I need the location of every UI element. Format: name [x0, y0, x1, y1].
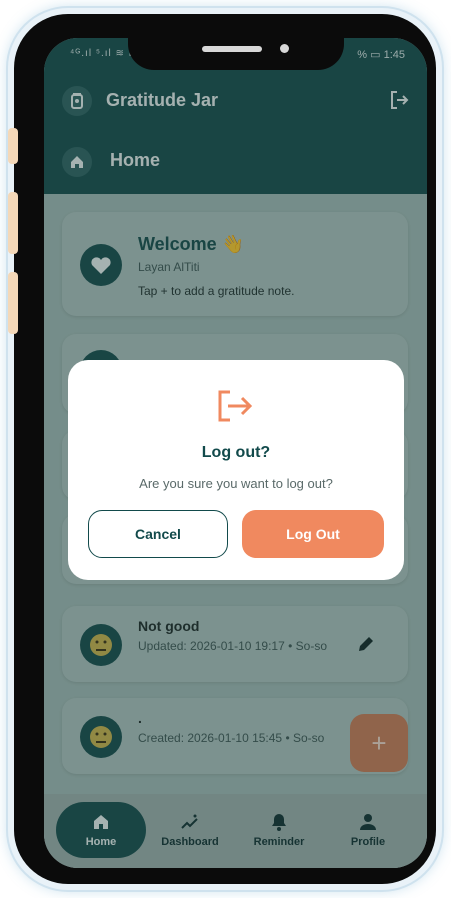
- dialog-message: Are you sure you want to log out?: [139, 476, 333, 491]
- phone-side-button: [8, 128, 18, 164]
- logout-icon: [212, 386, 256, 426]
- phone-side-button: [8, 192, 18, 254]
- logout-dialog: Log out? Are you sure you want to log ou…: [68, 360, 404, 580]
- cancel-button[interactable]: Cancel: [88, 510, 228, 558]
- log-out-button[interactable]: Log Out: [242, 510, 384, 558]
- phone-side-button: [8, 272, 18, 334]
- app-screen: ⁴ᴳ.ıl ⁵.ıl ≋ ⅡI % ▭ 1:45 Gratitude Jar H…: [44, 38, 427, 868]
- dialog-title: Log out?: [201, 444, 271, 461]
- camera-dot: [280, 44, 289, 53]
- speaker-grille: [202, 46, 262, 52]
- notch: [128, 28, 344, 70]
